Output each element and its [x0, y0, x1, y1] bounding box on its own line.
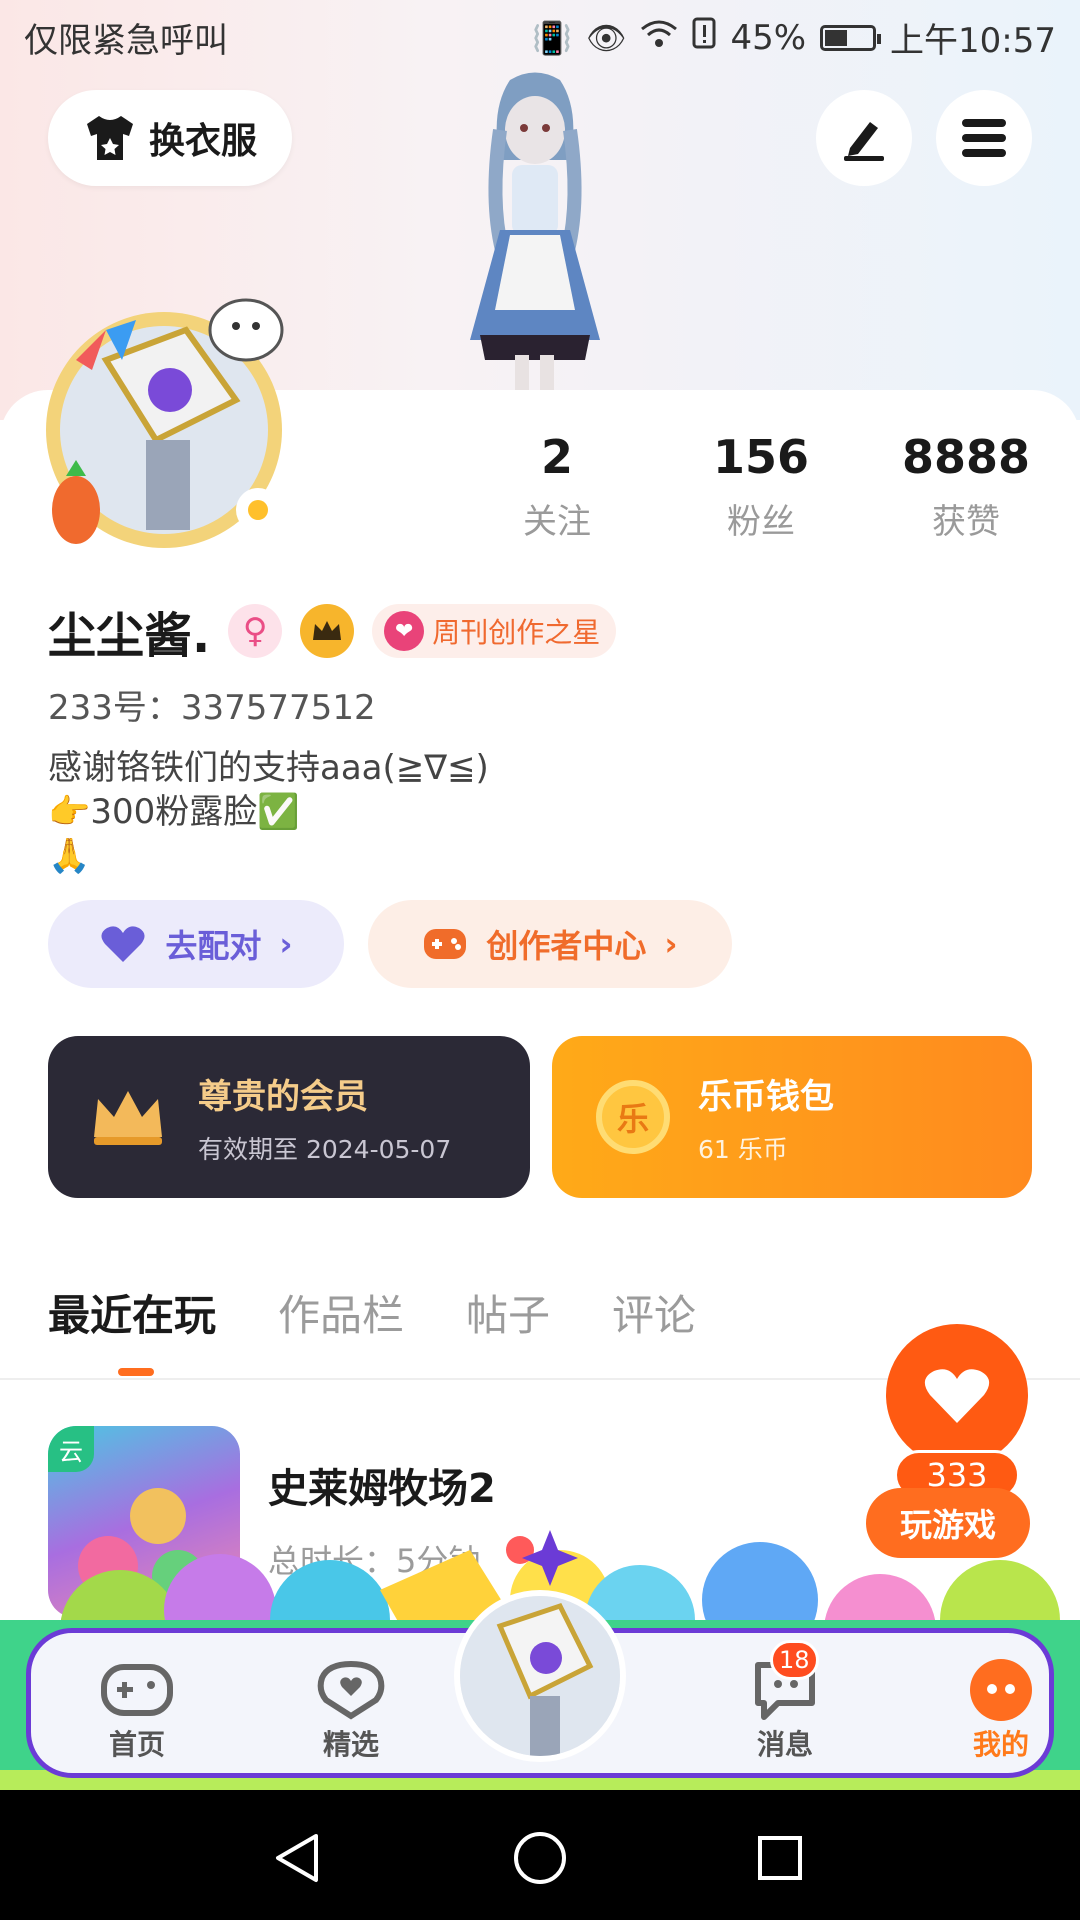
- gamepad-icon: [67, 1657, 207, 1723]
- chevron-right-icon: ›: [664, 925, 678, 963]
- menu-button[interactable]: [936, 90, 1032, 186]
- following-count: 2: [540, 430, 573, 484]
- change-outfit-label: 换衣服: [148, 121, 257, 162]
- stat-likes[interactable]: 8888 获赞: [866, 430, 1066, 543]
- followers-count: 156: [712, 430, 810, 484]
- creator-star-badge[interactable]: ❤ 周刊创作之星: [372, 604, 617, 658]
- vibrate-icon: 📳: [531, 18, 572, 57]
- play-game-button[interactable]: 玩游戏: [866, 1488, 1030, 1558]
- profile-tabs: 最近在玩 作品栏 帖子 评论: [48, 1282, 696, 1376]
- match-label: 去配对: [165, 927, 262, 965]
- female-icon: ♀: [228, 604, 283, 658]
- vip-expiry: 有效期至 2024-05-07: [198, 1134, 452, 1164]
- tab-posts[interactable]: 帖子: [466, 1282, 550, 1343]
- match-button[interactable]: 去配对 ›: [48, 900, 344, 988]
- likes-label: 获赞: [932, 502, 1000, 542]
- coin-icon: 乐: [596, 1080, 670, 1154]
- nav-me-label: 我的: [972, 1728, 1029, 1761]
- chevron-right-icon: ›: [279, 925, 293, 963]
- avatar-character: [440, 70, 630, 390]
- creator-star-label: 周刊创作之星: [432, 616, 601, 649]
- stat-following[interactable]: 2 关注: [457, 430, 657, 543]
- heart-badge-icon: ❤: [384, 611, 425, 651]
- nav-home-label: 首页: [108, 1728, 165, 1761]
- back-icon[interactable]: [270, 1830, 326, 1886]
- nav-home[interactable]: 首页: [67, 1657, 207, 1763]
- heart-icon: [101, 926, 145, 962]
- edit-button[interactable]: [816, 90, 912, 186]
- clock: 上午10:57: [890, 21, 1056, 61]
- hamburger-icon: [962, 119, 1006, 157]
- wifi-icon: [640, 19, 678, 57]
- stat-followers[interactable]: 156 粉丝: [661, 430, 861, 543]
- eye-icon: 👁: [585, 18, 627, 57]
- system-nav-bar: [0, 1790, 1080, 1920]
- creator-center-button[interactable]: 创作者中心 ›: [368, 900, 732, 988]
- heart-icon: [924, 1369, 990, 1423]
- wallet-card[interactable]: 乐 乐币钱包 61 乐币: [552, 1036, 1032, 1198]
- creator-center-label: 创作者中心: [486, 927, 647, 965]
- recents-icon[interactable]: [752, 1830, 808, 1886]
- center-avatar-button[interactable]: [454, 1590, 626, 1762]
- user-id[interactable]: 233号：337577512: [48, 680, 376, 729]
- home-circle-icon[interactable]: [510, 1828, 570, 1888]
- carrier-text: 仅限紧急呼叫: [24, 21, 228, 61]
- tshirt-icon: [86, 116, 133, 160]
- nav-featured-label: 精选: [322, 1728, 379, 1761]
- battery-icon: [820, 24, 882, 51]
- nav-me[interactable]: 我的: [931, 1657, 1071, 1763]
- tab-comments[interactable]: 评论: [612, 1282, 696, 1343]
- message-badge: 18: [770, 1640, 819, 1680]
- like-float-button[interactable]: [886, 1324, 1028, 1466]
- bio-line-2: 👉300粉露脸✅: [48, 792, 300, 832]
- tab-recent-play[interactable]: 最近在玩: [48, 1282, 216, 1376]
- name-row: 尘尘酱. ♀ ❤ 周刊创作之星: [48, 596, 617, 666]
- nav-featured[interactable]: 精选: [281, 1657, 421, 1763]
- battery-percent: 45%: [730, 17, 807, 58]
- crown-icon[interactable]: [300, 604, 355, 658]
- tab-works[interactable]: 作品栏: [278, 1282, 404, 1343]
- likes-count: 8888: [901, 430, 1031, 484]
- crown-icon: [94, 1091, 162, 1145]
- game-title: 史莱姆牧场2: [268, 1466, 496, 1512]
- status-bar: 仅限紧急呼叫 📳 👁 45% 上午10:57: [0, 0, 1080, 75]
- profile-avatar[interactable]: [36, 290, 296, 560]
- pen-icon: [844, 122, 884, 161]
- gamepad-icon: [424, 929, 467, 959]
- bio-line-3: 🙏: [48, 836, 91, 876]
- nav-messages-label: 消息: [756, 1728, 813, 1761]
- following-label: 关注: [523, 502, 591, 542]
- wallet-title: 乐币钱包: [698, 1076, 834, 1117]
- heart-chat-icon: [281, 1657, 421, 1723]
- bio: 感谢铬铁们的支持aaa(≧∇≦) 👉300粉露脸✅ 🙏: [48, 746, 489, 878]
- vip-title: 尊贵的会员: [198, 1076, 368, 1117]
- wallet-balance: 61 乐币: [698, 1134, 788, 1164]
- followers-label: 粉丝: [727, 502, 795, 542]
- status-icons: 📳 👁 45% 上午10:57: [532, 13, 1056, 62]
- user-name: 尘尘酱.: [48, 608, 211, 664]
- face-icon: [931, 1657, 1071, 1723]
- bio-line-1: 感谢铬铁们的支持aaa(≧∇≦): [48, 748, 489, 788]
- battery-alert-icon: [692, 17, 716, 58]
- change-outfit-button[interactable]: 换衣服: [48, 90, 292, 186]
- vip-card[interactable]: 尊贵的会员 有效期至 2024-05-07: [48, 1036, 530, 1198]
